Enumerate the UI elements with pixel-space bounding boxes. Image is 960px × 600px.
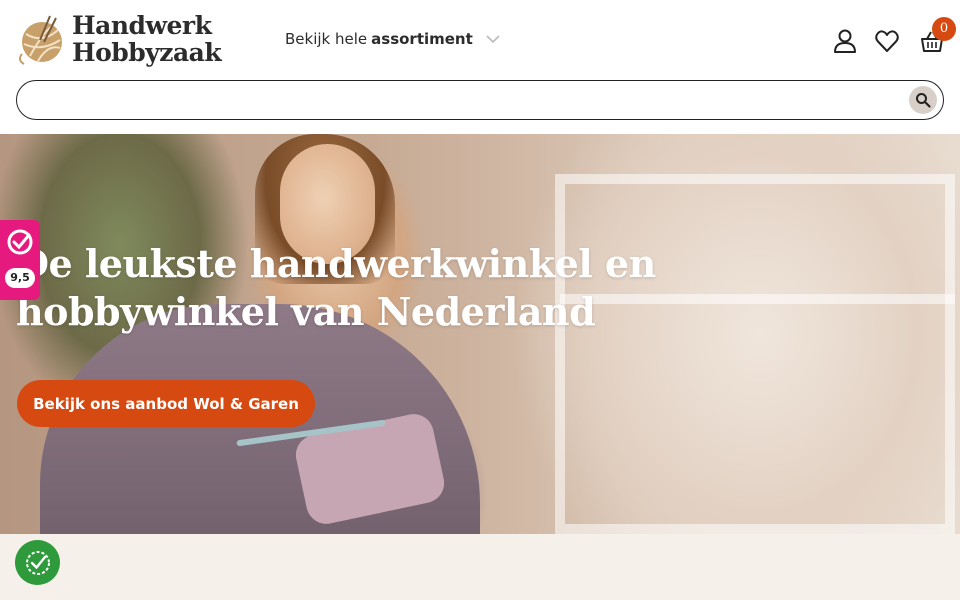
- rating-score: 9,5: [5, 268, 35, 288]
- hero-banner: De leukste handwerkwinkel en hobbywinkel…: [0, 134, 960, 534]
- cookie-settings-button[interactable]: [15, 540, 60, 585]
- rating-widget[interactable]: 9,5: [0, 220, 40, 300]
- shelf-decoration: [555, 174, 955, 534]
- review-badge-icon: [7, 229, 33, 255]
- site-header: Handwerk Hobbyzaak Bekijk hele assortime…: [0, 0, 960, 134]
- chevron-down-icon: [486, 35, 500, 44]
- shop-yarn-button[interactable]: Bekijk ons aanbod Wol & Garen: [17, 380, 315, 427]
- account-icon[interactable]: [832, 28, 858, 54]
- search-icon: [916, 93, 931, 108]
- heart-icon[interactable]: [874, 28, 900, 54]
- logo[interactable]: Handwerk Hobbyzaak: [16, 12, 226, 68]
- cookie-check-icon: [25, 550, 50, 575]
- yarn-ball-icon: [18, 15, 62, 65]
- logo-text: Handwerk Hobbyzaak: [72, 11, 222, 67]
- search-bar: [16, 80, 944, 120]
- assortment-menu-button[interactable]: Bekijk hele assortiment: [285, 30, 501, 48]
- assortment-bold: assortiment: [371, 30, 473, 48]
- logo-line-1: Handwerk: [72, 11, 212, 40]
- cart-count-badge: 0: [932, 17, 956, 41]
- search-button[interactable]: [909, 86, 937, 114]
- search-input[interactable]: [33, 89, 903, 111]
- assortment-prefix: Bekijk hele: [285, 30, 368, 48]
- hero-title: De leukste handwerkwinkel en hobbywinkel…: [16, 241, 656, 334]
- logo-line-2: Hobbyzaak: [72, 38, 222, 67]
